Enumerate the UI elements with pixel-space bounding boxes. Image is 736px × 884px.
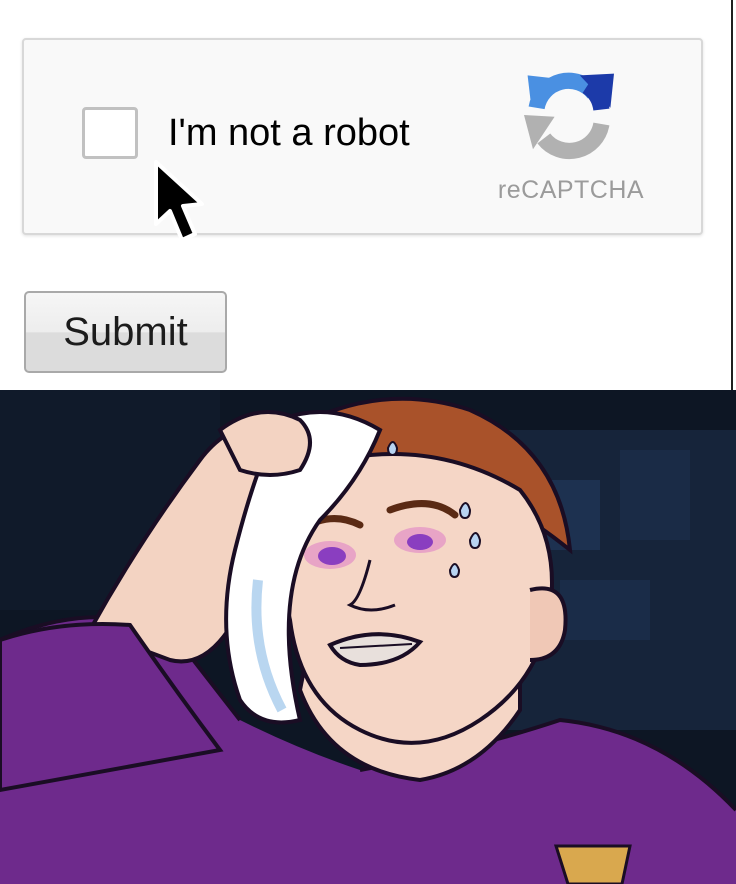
recaptcha-brand-label: reCAPTCHA [497,176,645,204]
not-a-robot-checkbox[interactable] [82,107,138,159]
meme-page: I'm not a robot reCAPTCHA Submit [0,0,736,884]
recaptcha-widget: I'm not a robot reCAPTCHA [22,38,703,235]
captcha-form-panel: I'm not a robot reCAPTCHA Submit [0,0,733,390]
recaptcha-arrows-icon [524,72,614,160]
submit-button[interactable]: Submit [24,291,227,373]
sweating-man-meme-illustration [0,390,736,884]
mouse-pointer-arrow-icon [154,160,204,242]
checkbox-label: I'm not a robot [168,112,410,154]
